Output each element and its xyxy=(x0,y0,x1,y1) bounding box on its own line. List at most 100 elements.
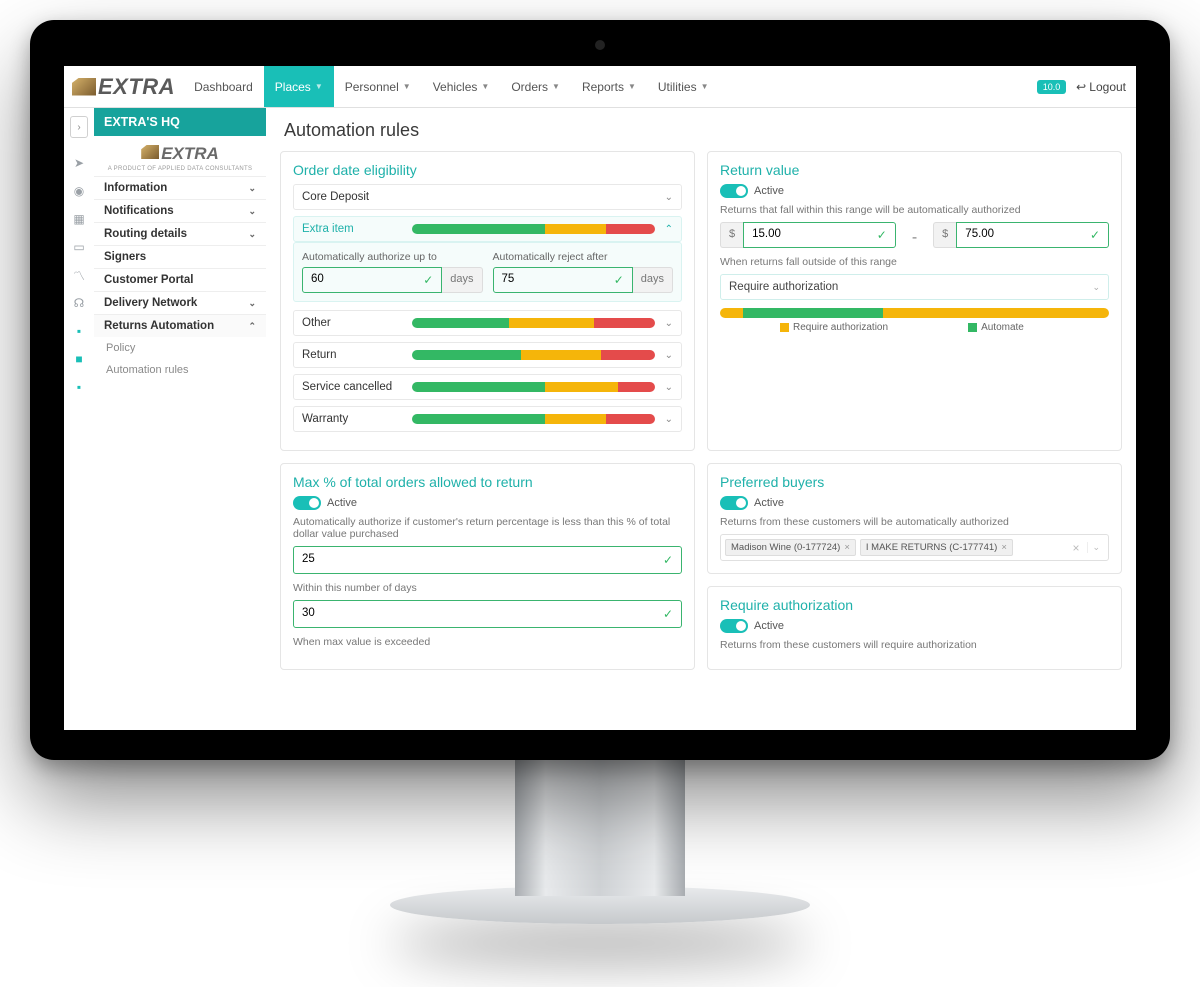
sidebar-header: EXTRA'S HQ xyxy=(94,108,266,136)
active-label: Active xyxy=(754,620,784,632)
video-icon[interactable]: ■ xyxy=(72,352,86,366)
nav-vehicles[interactable]: Vehicles▼ xyxy=(422,66,501,107)
nav-utilities[interactable]: Utilities▼ xyxy=(647,66,720,107)
calendar-icon[interactable]: ▦ xyxy=(72,212,86,226)
buyer-tag: Madison Wine (0-177724)× xyxy=(725,539,856,556)
rail-collapse-button[interactable]: › xyxy=(70,116,88,138)
version-badge: 10.0 xyxy=(1037,80,1067,94)
nav-reports[interactable]: Reports▼ xyxy=(571,66,647,107)
row-other[interactable]: Other ⌄ xyxy=(293,310,682,336)
currency-label: $ xyxy=(933,222,956,248)
sidebar-tagline: A PRODUCT OF APPLIED DATA CONSULTANTS xyxy=(94,166,266,172)
buyer-tag: I MAKE RETURNS (C-177741)× xyxy=(860,539,1013,556)
range-desc: Returns that fall within this range will… xyxy=(720,204,1109,216)
card-order-date: Order date eligibility Core Deposit ⌄ Ex… xyxy=(280,151,695,451)
nav-places[interactable]: Places▼ xyxy=(264,66,334,107)
active-toggle[interactable] xyxy=(293,496,321,510)
row-warranty[interactable]: Warranty ⌄ xyxy=(293,406,682,432)
sidebar-item-returns[interactable]: Returns Automation⌃ xyxy=(94,314,266,337)
location-icon[interactable]: ➤ xyxy=(72,156,86,170)
laptop-icon[interactable]: ▭ xyxy=(72,240,86,254)
remove-tag-icon[interactable]: × xyxy=(1001,542,1007,553)
headset-icon[interactable]: ☊ xyxy=(72,296,86,310)
outside-select[interactable]: Require authorization⌄ xyxy=(720,274,1109,300)
save-icon[interactable]: ▪ xyxy=(72,324,86,338)
chart-icon[interactable]: 〽 xyxy=(72,268,86,282)
row-service-cancelled[interactable]: Service cancelled ⌄ xyxy=(293,374,682,400)
row-return[interactable]: Return ⌄ xyxy=(293,342,682,368)
chevron-up-icon: ⌃ xyxy=(665,224,673,235)
check-icon: ✓ xyxy=(663,553,673,567)
unit-label: days xyxy=(442,267,482,293)
icon-rail: › ➤ ◉ ▦ ▭ 〽 ☊ ▪ ■ ▪ xyxy=(64,108,94,730)
unit-label: days xyxy=(633,267,673,293)
main-content: Automation rules Order date eligibility … xyxy=(266,108,1136,730)
nav-orders[interactable]: Orders▼ xyxy=(500,66,571,107)
days-input[interactable]: 30✓ xyxy=(293,600,682,628)
active-label: Active xyxy=(754,497,784,509)
active-toggle[interactable] xyxy=(720,619,748,633)
logout-button[interactable]: Logout xyxy=(1076,80,1126,94)
chevron-down-icon: ⌄ xyxy=(248,229,256,240)
eye-icon[interactable]: ◉ xyxy=(72,184,86,198)
auth-days-input[interactable]: 60✓ xyxy=(302,267,442,293)
chevron-down-icon: ⌄ xyxy=(248,298,256,309)
nav-links: Dashboard Places▼ Personnel▼ Vehicles▼ O… xyxy=(183,66,719,107)
buyers-select[interactable]: Madison Wine (0-177724)× I MAKE RETURNS … xyxy=(720,534,1109,561)
nav-personnel[interactable]: Personnel▼ xyxy=(334,66,422,107)
caret-down-icon: ▼ xyxy=(403,82,411,91)
chevron-up-icon: ⌃ xyxy=(248,321,256,332)
card-title: Order date eligibility xyxy=(293,162,682,178)
chevron-down-icon: ⌄ xyxy=(665,382,673,393)
chevron-down-icon: ⌄ xyxy=(665,350,673,361)
active-label: Active xyxy=(754,185,784,197)
sidebar-sub-automation[interactable]: Automation rules xyxy=(94,359,266,381)
maxpct-desc: Automatically authorize if customer's re… xyxy=(293,516,682,540)
card-require-auth: Require authorization Active Returns fro… xyxy=(707,586,1122,670)
archive-icon[interactable]: ▪ xyxy=(72,380,86,394)
chevron-down-icon: ⌄ xyxy=(1092,282,1100,293)
legend: Require authorization Automate xyxy=(720,322,1109,333)
days-label: Within this number of days xyxy=(293,582,682,594)
card-title: Preferred buyers xyxy=(720,474,1109,490)
buyers-desc: Returns from these customers will be aut… xyxy=(720,516,1109,528)
sidebar-item-delivery[interactable]: Delivery Network⌄ xyxy=(94,291,266,314)
sidebar-item-information[interactable]: Information⌄ xyxy=(94,176,266,199)
chevron-down-icon: ⌄ xyxy=(665,318,673,329)
caret-down-icon: ▼ xyxy=(552,82,560,91)
sidebar-sub-policy[interactable]: Policy xyxy=(94,337,266,359)
row-core-deposit[interactable]: Core Deposit ⌄ xyxy=(293,184,682,210)
check-icon: ✓ xyxy=(423,273,433,287)
min-value-input[interactable]: 15.00✓ xyxy=(743,222,896,248)
sidebar-item-routing[interactable]: Routing details⌄ xyxy=(94,222,266,245)
progress-bar xyxy=(412,318,655,328)
caret-down-icon: ▼ xyxy=(315,82,323,91)
brand-mark-icon xyxy=(72,78,96,96)
max-value-input[interactable]: 75.00✓ xyxy=(956,222,1109,248)
monitor-frame: EXTRA Dashboard Places▼ Personnel▼ Vehic… xyxy=(30,20,1170,760)
sidebar-item-portal[interactable]: Customer Portal xyxy=(94,268,266,291)
page-title: Automation rules xyxy=(284,120,1122,141)
brand-logo[interactable]: EXTRA xyxy=(64,74,183,100)
check-icon: ✓ xyxy=(614,273,624,287)
chevron-down-icon[interactable]: ⌄ xyxy=(1087,542,1104,553)
row-extra-item[interactable]: Extra item ⌃ xyxy=(293,216,682,242)
remove-tag-icon[interactable]: × xyxy=(844,542,850,553)
progress-bar xyxy=(412,224,655,234)
sidebar-item-signers[interactable]: Signers xyxy=(94,245,266,268)
brand-text: EXTRA xyxy=(98,74,175,100)
active-toggle[interactable] xyxy=(720,184,748,198)
clear-tags-icon[interactable]: × xyxy=(1068,541,1083,555)
legend-bar xyxy=(720,308,1109,318)
progress-bar xyxy=(412,414,655,424)
reject-days-input[interactable]: 75✓ xyxy=(493,267,633,293)
chevron-down-icon: ⌄ xyxy=(665,414,673,425)
caret-down-icon: ▼ xyxy=(701,82,709,91)
card-preferred-buyers: Preferred buyers Active Returns from the… xyxy=(707,463,1122,574)
max-percent-input[interactable]: 25✓ xyxy=(293,546,682,574)
sidebar-item-notifications[interactable]: Notifications⌄ xyxy=(94,199,266,222)
top-navbar: EXTRA Dashboard Places▼ Personnel▼ Vehic… xyxy=(64,66,1136,108)
active-toggle[interactable] xyxy=(720,496,748,510)
nav-dashboard[interactable]: Dashboard xyxy=(183,66,264,107)
caret-down-icon: ▼ xyxy=(481,82,489,91)
